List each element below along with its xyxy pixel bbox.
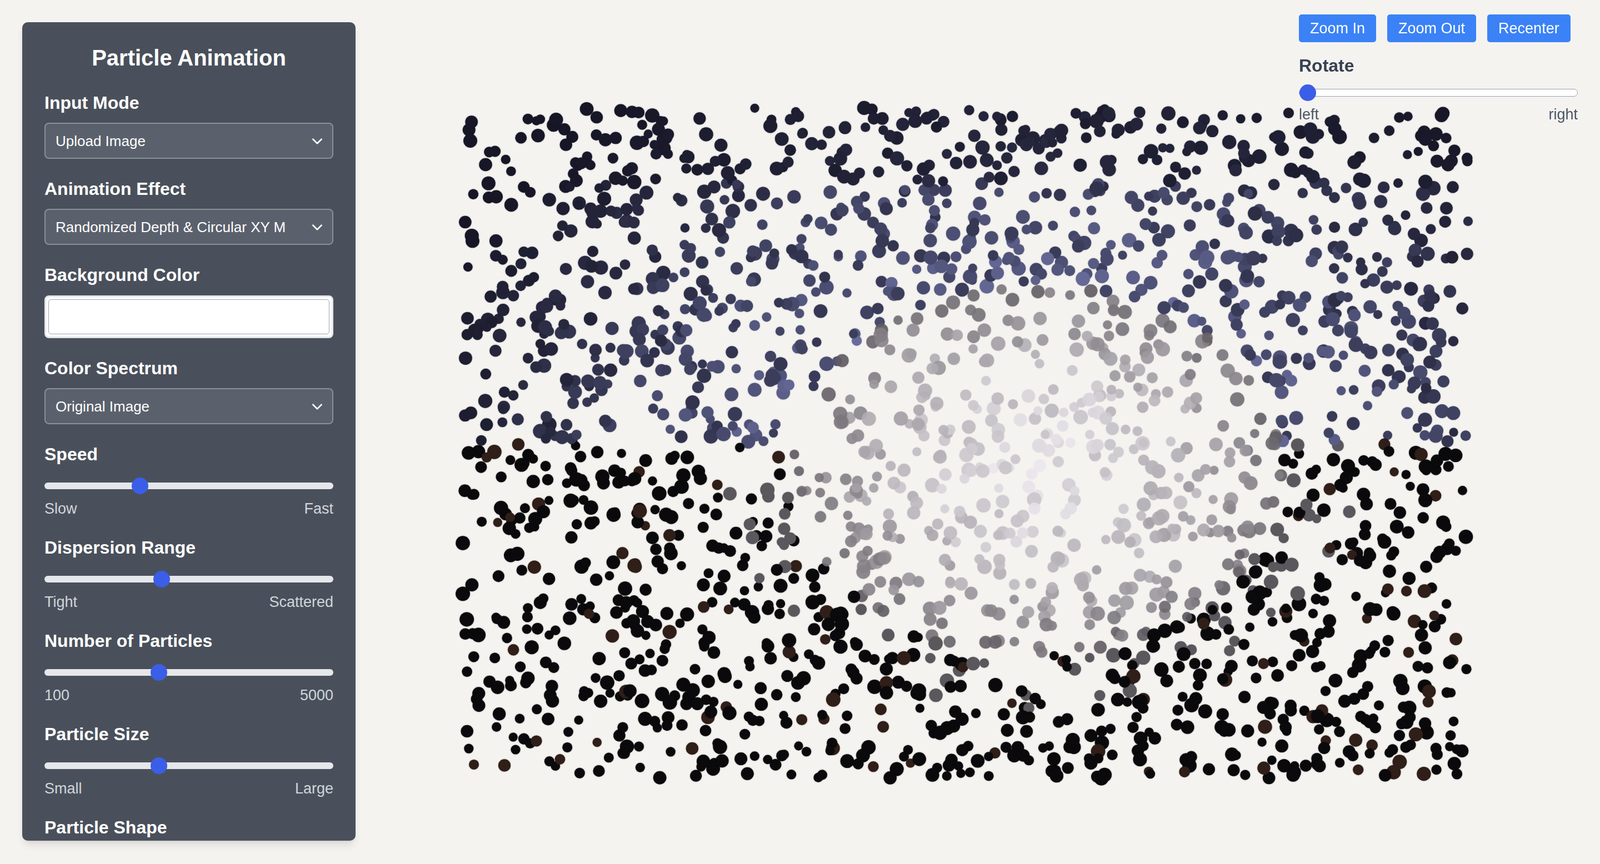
slider-fill xyxy=(44,576,162,583)
field-label: Input Mode xyxy=(44,92,334,113)
field-label: Particle Size xyxy=(44,724,334,745)
max-label: Fast xyxy=(303,500,334,518)
select-value: Original Image xyxy=(55,397,150,416)
field-label: Number of Particles xyxy=(44,631,334,652)
max-label: Large xyxy=(295,780,334,798)
view-button[interactable]: Recenter xyxy=(1487,14,1571,43)
field-group: Particle Shape xyxy=(44,817,334,838)
slider-track[interactable] xyxy=(44,482,334,490)
min-label: 100 xyxy=(44,686,70,705)
select-value: Upload Image xyxy=(55,132,146,150)
field-group: Color Spectrum Original Image xyxy=(44,358,334,425)
slider-track[interactable] xyxy=(44,669,334,677)
chevron-down-icon xyxy=(310,133,325,149)
slider-thumb[interactable] xyxy=(150,757,168,775)
min-label: left xyxy=(1298,105,1319,124)
control-panel: Particle Animation Input Mode Upload Imag… xyxy=(22,22,356,842)
min-label: Slow xyxy=(44,500,78,518)
rotate-labels: left right xyxy=(1298,105,1578,124)
field-label: Color Spectrum xyxy=(44,358,334,379)
slider-track[interactable] xyxy=(44,762,334,770)
field-group: Dispersion Range Tight Scattered xyxy=(44,537,334,612)
panel-title: Particle Animation xyxy=(44,44,334,72)
field-group: Particle Size Small Large xyxy=(44,724,334,798)
field-group: Number of Particles 100 5000 xyxy=(44,631,334,705)
chevron-down-icon xyxy=(310,399,325,414)
max-label: Scattered xyxy=(268,593,334,612)
chevron-down-icon xyxy=(310,220,325,235)
slider[interactable] xyxy=(44,477,334,495)
slider-labels: Small Large xyxy=(44,780,334,798)
slider-track[interactable] xyxy=(44,576,334,583)
color-swatch xyxy=(48,299,330,335)
field-label: Particle Shape xyxy=(44,817,334,838)
view-button[interactable]: Zoom Out xyxy=(1387,14,1477,43)
min-label: Tight xyxy=(44,593,78,612)
slider-track[interactable] xyxy=(1298,88,1578,97)
slider-thumb[interactable] xyxy=(153,571,170,588)
slider-thumb[interactable] xyxy=(150,664,168,682)
slider-labels: Tight Scattered xyxy=(44,593,334,612)
select-value: Randomized Depth & Circular XY M xyxy=(55,218,286,237)
field-label: Animation Effect xyxy=(44,178,334,199)
slider-fill xyxy=(1299,89,1308,97)
field-label: Speed xyxy=(44,444,334,465)
field-group: Animation Effect Randomized Depth & Circu… xyxy=(44,178,334,245)
rotate-label: Rotate xyxy=(1298,55,1578,76)
select-box[interactable]: Original Image xyxy=(44,388,334,425)
slider[interactable] xyxy=(44,571,334,588)
view-button[interactable]: Zoom In xyxy=(1298,14,1377,43)
max-label: right xyxy=(1548,105,1578,124)
field-label: Background Color xyxy=(44,265,334,285)
particle-canvas[interactable] xyxy=(454,100,1477,787)
view-controls: Zoom In Zoom Out Recenter Rotate left right xyxy=(1298,14,1578,124)
field-group: Speed Slow Fast xyxy=(44,444,334,518)
slider[interactable] xyxy=(44,757,334,775)
max-label: 5000 xyxy=(300,686,334,705)
slider-thumb[interactable] xyxy=(131,477,149,495)
field-group: Background Color xyxy=(44,265,334,339)
slider-fill xyxy=(44,762,159,770)
slider[interactable] xyxy=(44,664,334,682)
select-box[interactable]: Upload Image xyxy=(44,122,334,159)
field-group: Input Mode Upload Image xyxy=(44,92,334,159)
select-box[interactable]: Randomized Depth & Circular XY M xyxy=(44,208,334,245)
min-label: Small xyxy=(44,780,83,798)
slider-fill xyxy=(44,669,159,677)
slider-labels: 100 5000 xyxy=(44,686,334,705)
slider[interactable] xyxy=(1298,84,1578,102)
slider-fill xyxy=(44,482,140,490)
color-input[interactable] xyxy=(44,295,334,339)
field-label: Dispersion Range xyxy=(44,537,334,558)
slider-thumb[interactable] xyxy=(1299,84,1317,102)
slider-labels: Slow Fast xyxy=(44,500,334,518)
